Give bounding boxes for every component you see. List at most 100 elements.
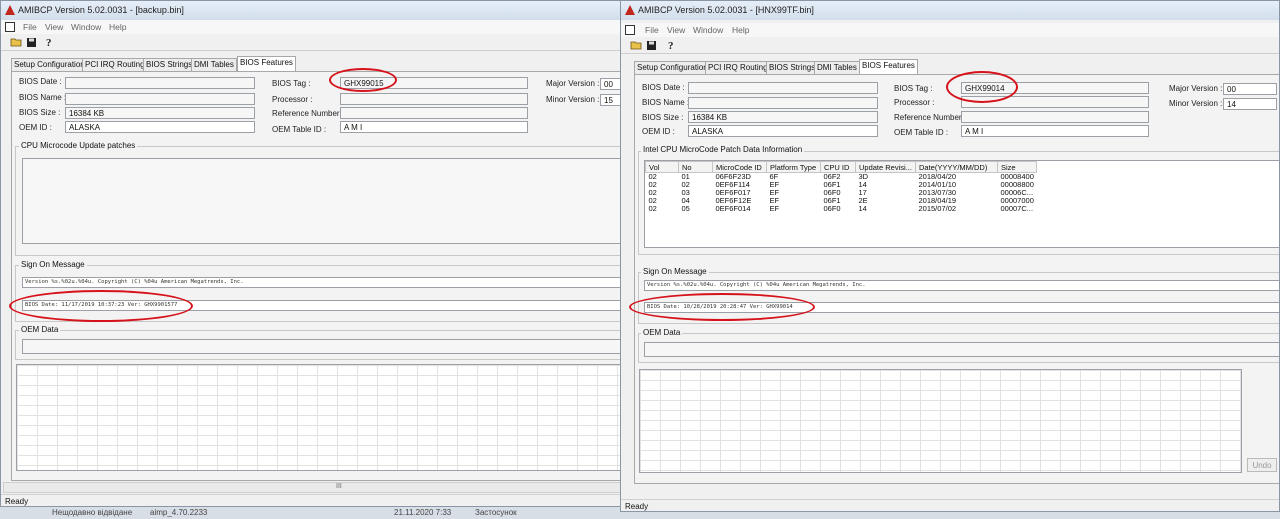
reference-number-label: Reference Number :	[894, 113, 967, 122]
menu-view[interactable]: View	[667, 25, 685, 35]
system-menu-icon[interactable]	[5, 22, 15, 32]
open-folder-icon[interactable]	[629, 39, 642, 51]
oem-table-id-input[interactable]: A M I	[340, 121, 528, 133]
microcode-patch-group-title: Intel CPU MicroCode Patch Data Informati…	[641, 145, 805, 154]
menu-help[interactable]: Help	[109, 22, 126, 32]
col-cpu-id[interactable]: CPU ID	[820, 161, 856, 173]
bios-date-field	[688, 82, 878, 94]
left-menu-bar: File View Window Help	[1, 20, 621, 34]
menu-help[interactable]: Help	[732, 25, 749, 35]
right-title-bar[interactable]: AMIBCP Version 5.02.0031 - [HNX99TF.bin]	[621, 1, 1279, 20]
col-platform-type[interactable]: Platform Type	[766, 161, 821, 173]
processor-label: Processor :	[272, 95, 313, 104]
col-no[interactable]: No	[678, 161, 713, 173]
right-tab-strip: Setup Configuration PCI IRQ Routing BIOS…	[621, 59, 1279, 74]
amibcp-app-icon	[5, 5, 15, 15]
oem-data-title: OEM Data	[641, 328, 683, 337]
oem-data-title: OEM Data	[19, 325, 61, 334]
oem-table-id-input[interactable]: A M I	[961, 125, 1149, 137]
tab-dmi-tables[interactable]: DMI Tables	[814, 61, 860, 74]
cell-vol: 02	[648, 204, 657, 213]
tab-bios-strings[interactable]: BIOS Strings	[143, 58, 196, 71]
taskbar-item-aimp[interactable]: aimp_4.70.2233	[150, 508, 207, 517]
col-size[interactable]: Size	[996, 161, 1038, 173]
menu-file[interactable]: File	[645, 25, 659, 35]
left-horizontal-scrollbar[interactable]: III	[3, 482, 621, 493]
menu-window[interactable]: Window	[71, 22, 101, 32]
tab-bios-strings[interactable]: BIOS Strings	[766, 61, 819, 74]
sign-on-line1-text: Version %s.%02u.%04u. Copyright (C) %04u…	[25, 279, 244, 285]
tab-setup-configuration[interactable]: Setup Configuration	[11, 58, 88, 71]
cell-date: 2015/07/02	[918, 204, 957, 213]
bios-date-label: BIOS Date :	[19, 77, 62, 86]
annotation-ellipse-sign-on	[629, 293, 815, 321]
cpu-microcode-list[interactable]	[22, 158, 621, 244]
bios-size-label: BIOS Size :	[642, 113, 684, 122]
left-title-bar[interactable]: AMIBCP Version 5.02.0031 - [backup.bin]	[1, 1, 621, 20]
taskbar-item-date: 21.11.2020 7:33	[394, 508, 452, 517]
menu-view[interactable]: View	[45, 22, 63, 32]
left-bios-features-panel: BIOS Date : BIOS Name : BIOS Size : 1638…	[11, 71, 621, 481]
left-status-text: Ready	[5, 497, 29, 506]
table-row[interactable]: 02 02 0EF6F114 EF 06F1 14 2014/01/10 00008800	[646, 181, 1037, 189]
oem-data-field[interactable]	[644, 342, 1279, 357]
menu-file[interactable]: File	[23, 22, 37, 32]
microcode-patch-table: Vol No MicroCode ID Platform Type CPU ID…	[645, 161, 1038, 213]
taskbar-item-recent[interactable]: Нещодавно відвідане	[52, 508, 132, 517]
annotation-ellipse-bios-tag	[329, 68, 397, 92]
help-icon[interactable]: ?	[665, 39, 678, 51]
svg-text:?: ?	[46, 37, 52, 48]
sign-on-message-title: Sign On Message	[19, 260, 87, 269]
left-status-bar: Ready	[1, 494, 621, 506]
table-row[interactable]: 02 04 0EF6F12E EF 06F1 2E 2018/04/19 00007000	[646, 197, 1037, 205]
tab-pci-irq-routing[interactable]: PCI IRQ Routing	[705, 61, 771, 74]
col-microcode-id[interactable]: MicroCode ID	[712, 161, 767, 173]
oem-id-input[interactable]: ALASKA	[65, 121, 255, 133]
bios-name-label: BIOS Name :	[19, 93, 67, 102]
help-icon[interactable]: ?	[43, 36, 56, 48]
right-status-text: Ready	[625, 502, 649, 511]
minor-version-input[interactable]: 15	[600, 94, 621, 106]
sign-on-line1[interactable]: Version %s.%02u.%04u. Copyright (C) %04u…	[22, 277, 621, 288]
tab-dmi-tables[interactable]: DMI Tables	[191, 58, 237, 71]
tab-setup-configuration[interactable]: Setup Configuration	[634, 61, 711, 74]
sign-on-line1[interactable]: Version %s.%02u.%04u. Copyright (C) %04u…	[644, 280, 1279, 291]
oem-table-id-label: OEM Table ID :	[894, 128, 949, 137]
save-disk-icon[interactable]	[645, 39, 658, 51]
col-vol[interactable]: Vol	[645, 161, 679, 173]
oem-data-field[interactable]	[22, 339, 621, 354]
open-folder-icon[interactable]	[9, 36, 22, 48]
major-version-input[interactable]: 00	[1223, 83, 1277, 95]
major-version-label: Major Version :	[546, 79, 600, 88]
table-row[interactable]: 02 01 06F6F23D 6F 06F2 3D 2018/04/20 00008400	[646, 173, 1037, 182]
processor-field	[340, 93, 528, 105]
menu-window[interactable]: Window	[693, 25, 723, 35]
undo-button[interactable]: Undo	[1247, 458, 1277, 472]
left-data-grid[interactable]	[16, 364, 621, 471]
tab-bios-features[interactable]: BIOS Features	[859, 59, 918, 74]
tab-pci-irq-routing[interactable]: PCI IRQ Routing	[82, 58, 148, 71]
taskbar-item-type: Застосунок	[475, 508, 517, 517]
table-row[interactable]: 02 05 0EF6F014 EF 06F0 14 2015/07/02 00007C...	[646, 205, 1037, 213]
table-row[interactable]: 02 03 0EF6F017 EF 06F0 17 2013/07/30 00006C...	[646, 189, 1037, 197]
right-data-grid[interactable]	[639, 369, 1242, 473]
cell-microcode-id: 0EF6F014	[715, 204, 751, 213]
bios-date-field	[65, 77, 255, 89]
bios-size-field: 16384 KB	[65, 107, 255, 119]
system-menu-icon[interactable]	[625, 25, 635, 35]
processor-label: Processor :	[894, 98, 935, 107]
oem-id-label: OEM ID :	[642, 127, 675, 136]
col-update-revision[interactable]: Update Revisi...	[855, 161, 916, 173]
col-date[interactable]: Date(YYYY/MM/DD)	[915, 161, 998, 173]
cell-no: 05	[681, 204, 690, 213]
right-window-title: AMIBCP Version 5.02.0031 - [HNX99TF.bin]	[638, 5, 814, 15]
major-version-input[interactable]: 00	[600, 78, 621, 90]
reference-number-field	[340, 107, 528, 119]
tab-bios-features[interactable]: BIOS Features	[237, 56, 296, 71]
minor-version-input[interactable]: 14	[1223, 98, 1277, 110]
save-disk-icon[interactable]	[25, 36, 38, 48]
right-toolbar: ?	[621, 37, 1279, 54]
oem-id-input[interactable]: ALASKA	[688, 125, 878, 137]
bios-tag-label: BIOS Tag :	[272, 79, 311, 88]
right-status-bar: Ready	[621, 499, 1279, 511]
